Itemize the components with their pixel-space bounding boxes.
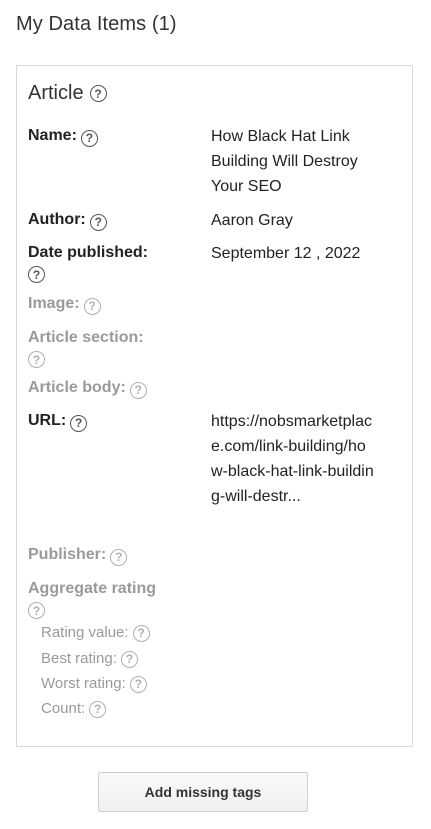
- field-label: URL:?: [28, 409, 88, 432]
- item-type-label: Article: [28, 82, 84, 104]
- add-missing-tags-button[interactable]: Add missing tags: [98, 772, 308, 812]
- help-icon[interactable]: ?: [83, 297, 101, 315]
- field-value: September 12 , 2022: [211, 245, 361, 262]
- data-item-card: Article ? Name:? How Black Hat Link Buil…: [16, 65, 413, 747]
- help-icon[interactable]: ?: [28, 266, 45, 283]
- help-icon[interactable]: ?: [28, 602, 45, 619]
- help-icon[interactable]: ?: [89, 213, 107, 231]
- field-label: Author:?: [28, 208, 107, 231]
- help-icon[interactable]: ?: [89, 700, 107, 718]
- subfield-count: Count:?: [41, 699, 107, 719]
- field-label: Article section: ?: [28, 329, 144, 368]
- help-icon[interactable]: ?: [80, 129, 98, 147]
- help-icon[interactable]: ?: [132, 624, 150, 642]
- help-icon[interactable]: ?: [28, 351, 45, 368]
- subfield-rating-value: Rating value:?: [41, 623, 150, 643]
- field-label: Publisher:?: [28, 543, 128, 566]
- field-label: Article body:?: [28, 376, 147, 399]
- help-icon[interactable]: ?: [110, 548, 128, 566]
- field-value: https://nobsmarketplace.com/link-buildin…: [211, 413, 374, 505]
- help-icon[interactable]: ?: [129, 675, 147, 693]
- help-icon[interactable]: ?: [129, 381, 147, 399]
- help-icon[interactable]: ?: [70, 414, 88, 432]
- help-icon[interactable]: ?: [120, 650, 138, 668]
- field-label: Image:?: [28, 292, 101, 315]
- field-value: Aaron Gray: [211, 212, 293, 229]
- field-label: Aggregate rating ?: [28, 580, 157, 619]
- page-title: My Data Items (1): [16, 13, 177, 35]
- field-label: Name:?: [28, 124, 98, 147]
- subfield-best-rating: Best rating:?: [41, 649, 138, 669]
- field-value: How Black Hat Link Building Will Destroy…: [211, 128, 358, 195]
- field-label: Date published: ?: [28, 244, 149, 283]
- item-type-heading: Article ?: [28, 82, 107, 105]
- help-icon[interactable]: ?: [89, 85, 107, 102]
- subfield-worst-rating: Worst rating:?: [41, 674, 147, 694]
